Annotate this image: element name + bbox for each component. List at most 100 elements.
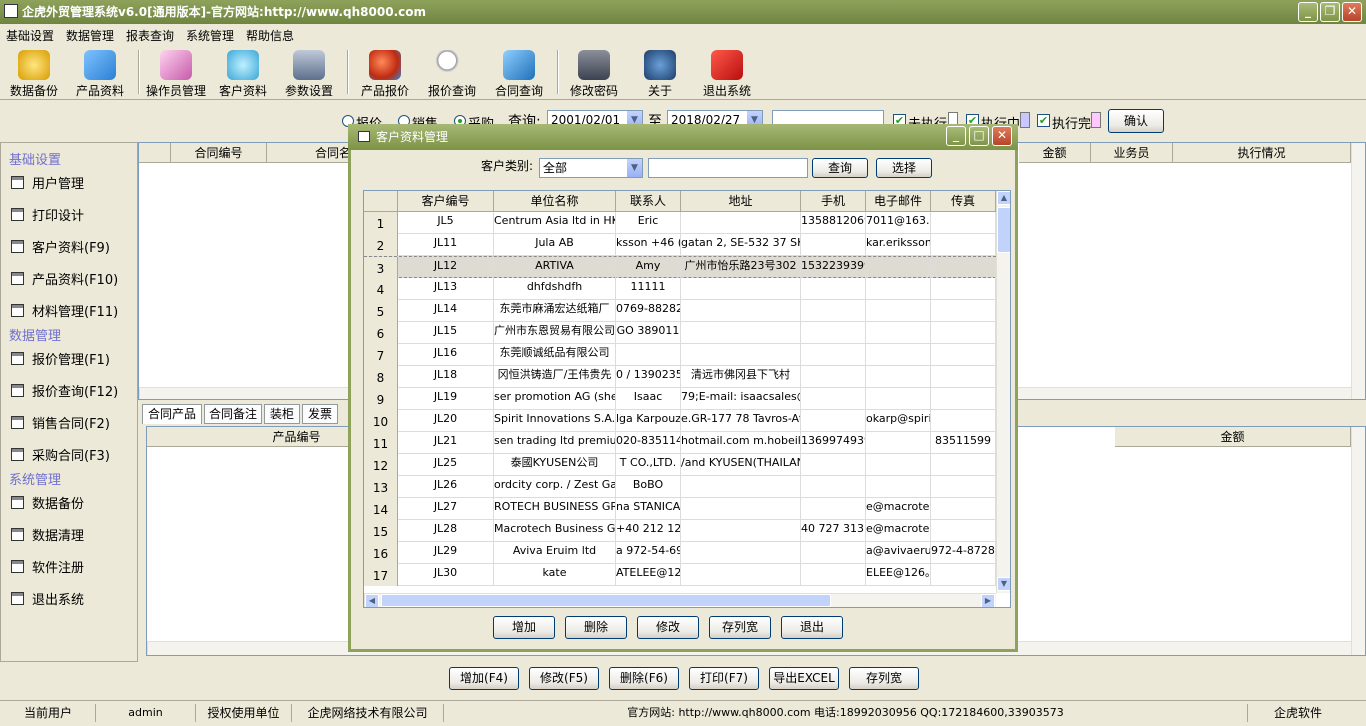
table-cell[interactable]: Eric — [616, 212, 681, 234]
table-cell[interactable] — [866, 454, 931, 476]
save-column-width-button[interactable]: 存列宽 — [849, 667, 919, 690]
table-row[interactable]: 17JL30kateATELEE@126 ELEE@126。 — [364, 564, 996, 586]
table-cell[interactable]: 广州市东恩贸易有限公司 — [494, 322, 616, 344]
table-cell[interactable] — [801, 234, 866, 256]
table-cell[interactable]: 15322393998 — [801, 257, 866, 279]
table-cell[interactable]: 0 / 13902351 — [616, 366, 681, 388]
header-execution[interactable]: 执行情况 — [1173, 143, 1351, 163]
menu-data[interactable]: 数据管理 — [66, 27, 114, 44]
table-cell[interactable] — [801, 564, 866, 586]
table-cell[interactable] — [931, 388, 996, 410]
table-cell[interactable]: Spirit Innovations S.A. — [494, 410, 616, 432]
sidebar-item-users[interactable]: 用户管理 — [11, 173, 84, 192]
dialog-edit-button[interactable]: 修改 — [637, 616, 699, 639]
table-cell[interactable] — [931, 257, 996, 279]
table-cell[interactable] — [801, 542, 866, 564]
col-fax[interactable]: 传真 — [931, 191, 996, 212]
table-cell[interactable] — [931, 234, 996, 256]
dialog-delete-button[interactable]: 删除 — [565, 616, 627, 639]
table-cell[interactable] — [931, 366, 996, 388]
table-cell[interactable]: ROTECH BUSINESS GR — [494, 498, 616, 520]
table-cell[interactable] — [801, 322, 866, 344]
dialog-minimize-button[interactable]: _ — [946, 126, 966, 146]
category-select[interactable]: 全部 ▼ — [539, 158, 643, 178]
table-cell[interactable]: e@macrotec — [866, 520, 931, 542]
table-cell[interactable]: JL30 — [398, 564, 494, 586]
table-cell[interactable] — [801, 476, 866, 498]
table-cell[interactable]: JL16 — [398, 344, 494, 366]
table-cell[interactable]: Centrum Asia ltd in HK — [494, 212, 616, 234]
tb-product-button[interactable]: 产品资料 — [67, 48, 133, 100]
table-cell[interactable]: JL11 — [398, 234, 494, 256]
table-row[interactable]: 14 JL27 ROTECH BUSINESS GR na STANICA e@macr… — [364, 498, 996, 520]
table-cell[interactable] — [681, 498, 801, 520]
table-cell[interactable]: Amy — [616, 257, 681, 279]
table-cell[interactable]: JL25 — [398, 454, 494, 476]
sidebar-item-quote-mgmt[interactable]: 报价管理(F1) — [11, 349, 110, 368]
table-cell[interactable]: Macrotech Business Group — [494, 520, 616, 542]
table-cell[interactable]: JL21 — [398, 432, 494, 454]
table-cell[interactable] — [931, 454, 996, 476]
table-row[interactable]: 11JL21sen trading ltd premium hc020-8351… — [364, 432, 996, 454]
table-cell[interactable] — [681, 520, 801, 542]
table-cell[interactable] — [801, 344, 866, 366]
table-cell[interactable] — [931, 300, 996, 322]
contracts-vscroll[interactable] — [1351, 143, 1365, 399]
table-cell[interactable] — [931, 564, 996, 586]
dialog-save-width-button[interactable]: 存列宽 — [709, 616, 771, 639]
table-cell[interactable] — [681, 278, 801, 300]
sidebar-item-purchase-contract[interactable]: 采购合同(F3) — [11, 445, 110, 464]
table-cell[interactable]: 13588120692 — [801, 212, 866, 234]
table-cell[interactable]: a@avivaeruim — [866, 542, 931, 564]
tb-exit-button[interactable]: 退出系统 — [694, 48, 760, 100]
table-cell[interactable] — [801, 278, 866, 300]
restore-button[interactable]: ❐ — [1320, 2, 1340, 22]
sidebar-item-customer[interactable]: 客户资料(F9) — [11, 237, 110, 256]
table-cell[interactable] — [866, 388, 931, 410]
table-cell[interactable]: JL15 — [398, 322, 494, 344]
table-cell[interactable] — [866, 278, 931, 300]
add-button[interactable]: 增加(F4) — [449, 667, 519, 690]
export-excel-button[interactable]: 导出EXCEL — [769, 667, 839, 690]
sidebar-item-quote-query[interactable]: 报价查询(F12) — [11, 381, 118, 400]
dialog-query-button[interactable]: 查询 — [812, 158, 868, 178]
table-cell[interactable]: 0769-88282 — [616, 300, 681, 322]
table-row[interactable]: 13JL26ordcity corp. / Zest GardeBoBO — [364, 476, 996, 498]
table-cell[interactable]: /and KYUSEN(THAILAND — [681, 454, 801, 476]
table-cell[interactable]: 11111 — [616, 278, 681, 300]
table-cell[interactable]: +40 212 129 — [616, 520, 681, 542]
table-cell[interactable]: JL13 — [398, 278, 494, 300]
dialog-select-button[interactable]: 选择 — [876, 158, 932, 178]
table-cell[interactable] — [866, 366, 931, 388]
table-cell[interactable] — [681, 476, 801, 498]
sidebar-item-backup[interactable]: 数据备份 — [11, 493, 84, 512]
scroll-down-icon[interactable]: ▼ — [997, 577, 1010, 591]
grid-hscroll-thumb[interactable] — [381, 594, 831, 607]
col-address[interactable]: 地址 — [681, 191, 801, 212]
table-cell[interactable] — [866, 344, 931, 366]
sidebar-item-cleanup[interactable]: 数据清理 — [11, 525, 84, 544]
table-row[interactable]: 6 JL15 广州市东恩贸易有限公司 GO 389011 — [364, 322, 996, 344]
table-row[interactable]: 3JL12ARTIVAAmy广州市怡乐路23号30215322393998 — [364, 256, 996, 279]
table-cell[interactable]: Aviva Eruim ltd — [494, 542, 616, 564]
table-cell[interactable]: JL26 — [398, 476, 494, 498]
table-cell[interactable]: 东莞市麻涌宏达纸箱厂 — [494, 300, 616, 322]
tb-customer-button[interactable]: 客户资料 — [210, 48, 276, 100]
table-cell[interactable]: 83511599 — [931, 432, 996, 454]
scroll-left-icon[interactable]: ◀ — [365, 594, 379, 607]
table-cell[interactable]: JL20 — [398, 410, 494, 432]
tab-contract-products[interactable]: 合同产品 — [142, 404, 202, 424]
chk-executed[interactable]: ✔ — [1037, 114, 1050, 127]
table-cell[interactable] — [931, 212, 996, 234]
grid-hscroll[interactable]: ◀ ▶ — [364, 593, 996, 607]
table-cell[interactable] — [931, 278, 996, 300]
dialog-add-button[interactable]: 增加 — [493, 616, 555, 639]
table-cell[interactable] — [931, 344, 996, 366]
table-cell[interactable]: 冈恒洪铸造厂/王伟贵先 — [494, 366, 616, 388]
menu-report[interactable]: 报表查询 — [126, 27, 174, 44]
table-cell[interactable]: hotmail.com m.hobeika — [681, 432, 801, 454]
table-cell[interactable]: JL18 — [398, 366, 494, 388]
tb-about-button[interactable]: 关于 — [627, 48, 693, 100]
table-cell[interactable]: 东莞顺诚纸品有限公司 — [494, 344, 616, 366]
table-cell[interactable] — [931, 410, 996, 432]
